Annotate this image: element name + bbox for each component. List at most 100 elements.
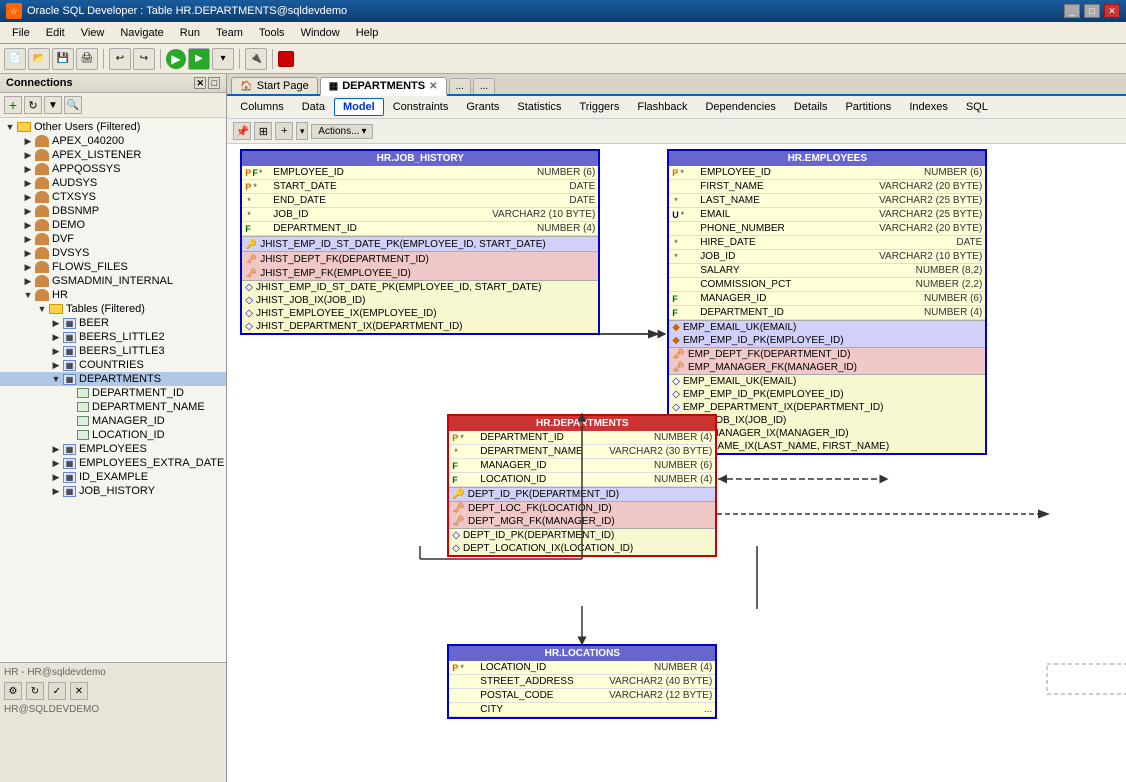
open-button[interactable]: 📂: [28, 48, 50, 70]
tree-item-manager-id[interactable]: MANAGER_ID: [0, 414, 226, 428]
index-row[interactable]: ◇ EMP_EMP_ID_PK(EMPLOYEE_ID): [669, 388, 985, 401]
maximize-button[interactable]: □: [1084, 4, 1100, 18]
zoom-button[interactable]: +: [275, 122, 293, 140]
table-row[interactable]: F LOCATION_ID NUMBER (4): [449, 473, 715, 487]
restore-panel-button[interactable]: □: [208, 77, 220, 89]
close-panel-button[interactable]: ✕: [194, 77, 206, 89]
index-row[interactable]: ◇ DEPT_ID_PK(DEPARTMENT_ID): [449, 529, 715, 542]
index-row[interactable]: ◇ JHIST_DEPARTMENT_IX(DEPARTMENT_ID): [242, 320, 598, 333]
table-row[interactable]: P * LOCATION_ID NUMBER (4): [449, 661, 715, 675]
table-row[interactable]: * JOB_ID VARCHAR2 (10 BYTE): [669, 250, 985, 264]
menu-help[interactable]: Help: [348, 25, 387, 41]
tab-extra2[interactable]: ...: [473, 78, 495, 94]
btn4[interactable]: ✕: [70, 682, 88, 700]
filter-button[interactable]: ▼: [44, 96, 62, 114]
tree-item-id-example[interactable]: ▶ ▦ ID_EXAMPLE: [0, 470, 226, 484]
index-row[interactable]: ◇ JHIST_EMP_ID_ST_DATE_PK(EMPLOYEE_ID, S…: [242, 281, 598, 294]
btn1[interactable]: ⚙: [4, 682, 22, 700]
index-row[interactable]: ◇ JHIST_EMPLOYEE_IX(EMPLOYEE_ID): [242, 307, 598, 320]
index-row[interactable]: ◇ JHIST_JOB_IX(JOB_ID): [242, 294, 598, 307]
btn2[interactable]: ↻: [26, 682, 44, 700]
minimize-button[interactable]: _: [1064, 4, 1080, 18]
tree-item-countries[interactable]: ▶ ▦ COUNTRIES: [0, 358, 226, 372]
tab-extra1[interactable]: ...: [449, 78, 471, 94]
zoom-dropdown[interactable]: ▾: [296, 122, 308, 140]
tree-item-job-history[interactable]: ▶ ▦ JOB_HISTORY: [0, 484, 226, 498]
tree-item-beers-little3[interactable]: ▶ ▦ BEERS_LITTLE3: [0, 344, 226, 358]
menu-navigate[interactable]: Navigate: [112, 25, 171, 41]
tree-item-apex-listener[interactable]: ▶ APEX_LISTENER: [0, 148, 226, 162]
menu-team[interactable]: Team: [208, 25, 251, 41]
table-row[interactable]: P * EMPLOYEE_ID NUMBER (6): [669, 166, 985, 180]
tab-close-icon[interactable]: ✕: [429, 81, 437, 92]
table-row[interactable]: POSTAL_CODE VARCHAR2 (12 BYTE): [449, 689, 715, 703]
table-row[interactable]: * END_DATE DATE: [242, 194, 598, 208]
table-row[interactable]: U * EMAIL VARCHAR2 (25 BYTE): [669, 208, 985, 222]
constraint-row[interactable]: 🗝 EMP_DEPT_FK(DEPARTMENT_ID): [669, 348, 985, 361]
menu-window[interactable]: Window: [293, 25, 348, 41]
table-row[interactable]: F DEPARTMENT_ID NUMBER (4): [669, 306, 985, 320]
add-connection-button[interactable]: +: [4, 96, 22, 114]
tree-item-gsmadmin[interactable]: ▶ GSMADMIN_INTERNAL: [0, 274, 226, 288]
tree-item-demo[interactable]: ▶ DEMO: [0, 218, 226, 232]
table-row[interactable]: * JOB_ID VARCHAR2 (10 BYTE): [242, 208, 598, 222]
table-row[interactable]: P * DEPARTMENT_ID NUMBER (4): [449, 431, 715, 445]
stop-button[interactable]: [278, 51, 294, 67]
tree-item-location-id[interactable]: LOCATION_ID: [0, 428, 226, 442]
tree-item-beer[interactable]: ▶ ▦ BEER: [0, 316, 226, 330]
constraint-row[interactable]: 🗝 JHIST_DEPT_FK(DEPARTMENT_ID): [242, 252, 598, 266]
subtab-partitions[interactable]: Partitions: [836, 98, 900, 116]
table-row[interactable]: PF* EMPLOYEE_ID NUMBER (6): [242, 166, 598, 180]
constraint-row[interactable]: 🗝 DEPT_LOC_FK(LOCATION_ID): [449, 502, 715, 515]
tree-item-flows-files[interactable]: ▶ FLOWS_FILES: [0, 260, 226, 274]
subtab-triggers[interactable]: Triggers: [570, 98, 628, 116]
table-row[interactable]: * LAST_NAME VARCHAR2 (25 BYTE): [669, 194, 985, 208]
run-button[interactable]: ▶: [166, 49, 186, 69]
constraint-row[interactable]: 🗝 JHIST_EMP_FK(EMPLOYEE_ID): [242, 266, 598, 280]
btn3[interactable]: ✓: [48, 682, 66, 700]
tree-item-appqossys[interactable]: ▶ APPQOSSYS: [0, 162, 226, 176]
constraint-row[interactable]: 🔑 JHIST_EMP_ID_ST_DATE_PK(EMPLOYEE_ID, S…: [242, 237, 598, 251]
subtab-constraints[interactable]: Constraints: [384, 98, 458, 116]
subtab-sql[interactable]: SQL: [957, 98, 997, 116]
table-row[interactable]: P * START_DATE DATE: [242, 180, 598, 194]
constraint-row[interactable]: ◆ EMP_EMP_ID_PK(EMPLOYEE_ID): [669, 334, 985, 347]
tree-item-other-users[interactable]: ▼ Other Users (Filtered): [0, 120, 226, 134]
tree-item-department-name[interactable]: DEPARTMENT_NAME: [0, 400, 226, 414]
tree-item-hr[interactable]: ▼ HR: [0, 288, 226, 302]
subtab-model[interactable]: Model: [334, 98, 384, 116]
table-row[interactable]: STREET_ADDRESS VARCHAR2 (40 BYTE): [449, 675, 715, 689]
subtab-statistics[interactable]: Statistics: [508, 98, 570, 116]
menu-file[interactable]: File: [4, 25, 38, 41]
tree-item-apex040200[interactable]: ▶ APEX_040200: [0, 134, 226, 148]
subtab-data[interactable]: Data: [293, 98, 334, 116]
table-row[interactable]: SALARY NUMBER (8,2): [669, 264, 985, 278]
tree-item-beers-little2[interactable]: ▶ ▦ BEERS_LITTLE2: [0, 330, 226, 344]
tree-item-tables-folder[interactable]: ▼ Tables (Filtered): [0, 302, 226, 316]
table-row[interactable]: CITY ...: [449, 703, 715, 717]
tree-item-ctxsys[interactable]: ▶ CTXSYS: [0, 190, 226, 204]
save-button[interactable]: 💾: [52, 48, 74, 70]
menu-edit[interactable]: Edit: [38, 25, 73, 41]
menu-view[interactable]: View: [73, 25, 113, 41]
index-row[interactable]: ◇ EMP_DEPARTMENT_IX(DEPARTMENT_ID): [669, 401, 985, 414]
constraint-row[interactable]: 🗝 DEPT_MGR_FK(MANAGER_ID): [449, 515, 715, 528]
new-file-button[interactable]: 📄: [4, 48, 26, 70]
close-button[interactable]: ✕: [1104, 4, 1120, 18]
subtab-grants[interactable]: Grants: [457, 98, 508, 116]
dropdown-button[interactable]: ▾: [212, 48, 234, 70]
subtab-details[interactable]: Details: [785, 98, 837, 116]
index-row[interactable]: ◇ DEPT_LOCATION_IX(LOCATION_ID): [449, 542, 715, 555]
menu-tools[interactable]: Tools: [251, 25, 293, 41]
table-row[interactable]: F MANAGER_ID NUMBER (6): [669, 292, 985, 306]
tree-item-employees-extra[interactable]: ▶ ▦ EMPLOYEES_EXTRA_DATE: [0, 456, 226, 470]
subtab-columns[interactable]: Columns: [231, 98, 292, 116]
tree-item-department-id[interactable]: DEPARTMENT_ID: [0, 386, 226, 400]
refresh-button[interactable]: ↻: [24, 96, 42, 114]
table-row[interactable]: * DEPARTMENT_NAME VARCHAR2 (30 BYTE): [449, 445, 715, 459]
table-row[interactable]: F MANAGER_ID NUMBER (6): [449, 459, 715, 473]
menu-run[interactable]: Run: [172, 25, 208, 41]
pin-button[interactable]: 📌: [233, 122, 251, 140]
run2-button[interactable]: ▶: [188, 48, 210, 70]
fit-button[interactable]: ⊞: [254, 122, 272, 140]
